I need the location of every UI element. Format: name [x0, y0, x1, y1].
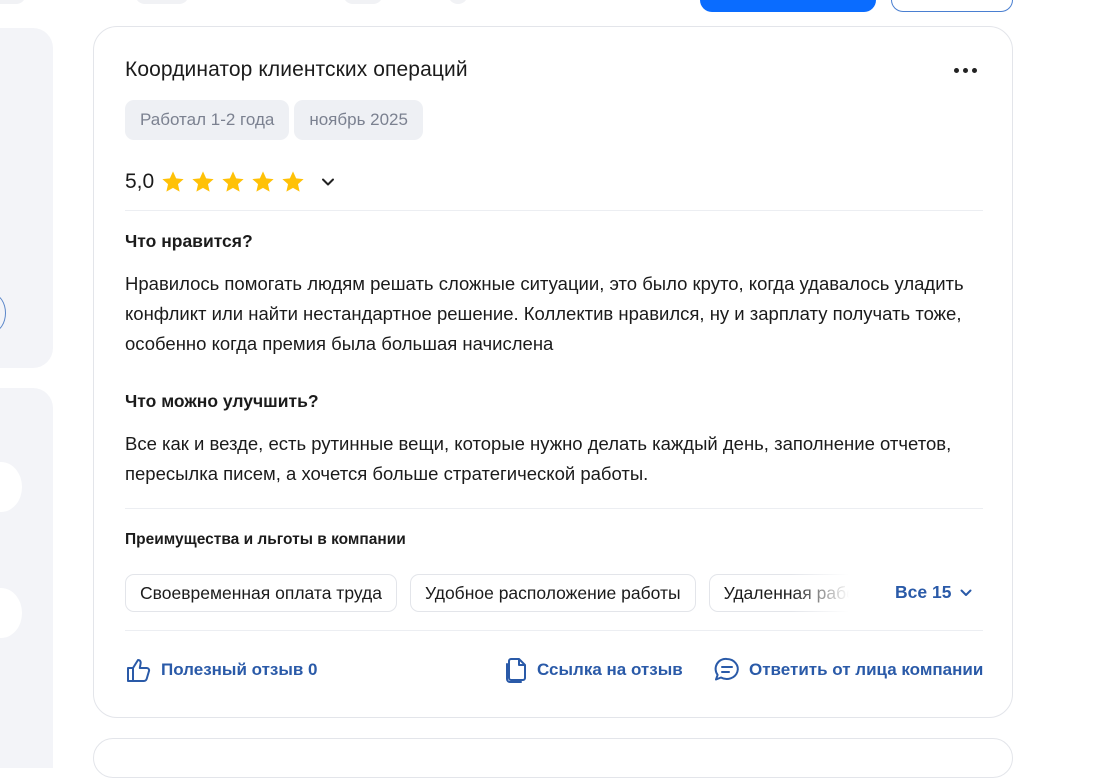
benefits-list: Своевременная оплата труда Удобное распо…: [125, 574, 849, 614]
benefit-chip: Удаленная работа: [708, 574, 849, 612]
cons-heading: Что можно улучшить?: [125, 391, 319, 411]
benefit-chip: Своевременная оплата труда: [125, 574, 397, 612]
sidebar-outline-button[interactable]: [0, 294, 6, 332]
star-icon: [162, 171, 184, 192]
copy-link-icon: [506, 658, 526, 683]
pros-text: Нравилось помогать людям решать сложные …: [125, 273, 964, 354]
top-nav-fragment: [0, 0, 26, 4]
tag-date: ноябрь 2025: [294, 100, 423, 140]
helpful-label: Полезный отзыв 0: [161, 660, 318, 679]
review-title: Координатор клиентских операций: [125, 58, 468, 81]
benefits-show-all-button[interactable]: Все 15: [895, 582, 973, 603]
reply-button[interactable]: Ответить от лица компании: [713, 656, 983, 684]
chevron-down-icon: [960, 589, 972, 596]
cons-text: Все как и везде, есть рутинные вещи, кот…: [125, 433, 952, 484]
next-review-card: [93, 738, 1013, 778]
sidebar-panel-top: [0, 28, 53, 368]
sidebar-avatar: [0, 588, 22, 638]
star-icon: [192, 171, 214, 192]
chevron-down-icon[interactable]: [320, 174, 336, 190]
review-tags: Работал 1-2 года ноябрь 2025: [125, 100, 423, 140]
star-icon: [222, 171, 244, 192]
rating-row: 5,0: [125, 169, 336, 195]
pros-heading: Что нравится?: [125, 231, 253, 251]
helpful-button[interactable]: Полезный отзыв 0: [125, 656, 318, 684]
benefits-heading: Преимущества и льготы в компании: [125, 531, 406, 548]
more-dots-icon[interactable]: [950, 61, 980, 79]
rating-stars: [160, 169, 306, 195]
benefits-show-all-label: Все 15: [895, 582, 952, 602]
sidebar-panel-bottom: [0, 388, 53, 768]
divider: [125, 210, 983, 211]
top-nav-fragment: [343, 0, 383, 4]
chat-bubble-icon: [714, 657, 739, 681]
top-nav-fragment: [448, 0, 468, 4]
secondary-button[interactable]: [891, 0, 1013, 12]
copy-link-button[interactable]: Ссылка на отзыв: [503, 656, 683, 684]
thumbs-up-icon: [127, 659, 151, 682]
divider: [125, 508, 983, 509]
primary-button[interactable]: [700, 0, 876, 12]
star-icon: [282, 171, 304, 192]
review-card: Координатор клиентских операций Работал …: [93, 26, 1013, 718]
divider: [125, 630, 983, 631]
star-icon: [252, 171, 274, 192]
tag-experience: Работал 1-2 года: [125, 100, 290, 140]
reply-label: Ответить от лица компании: [749, 660, 984, 679]
copy-link-label: Ссылка на отзыв: [537, 660, 683, 679]
benefit-chip: Удобное расположение работы: [409, 574, 696, 612]
top-nav-fragment: [135, 0, 189, 4]
rating-value: 5,0: [125, 170, 155, 193]
sidebar-avatar: [0, 462, 22, 512]
